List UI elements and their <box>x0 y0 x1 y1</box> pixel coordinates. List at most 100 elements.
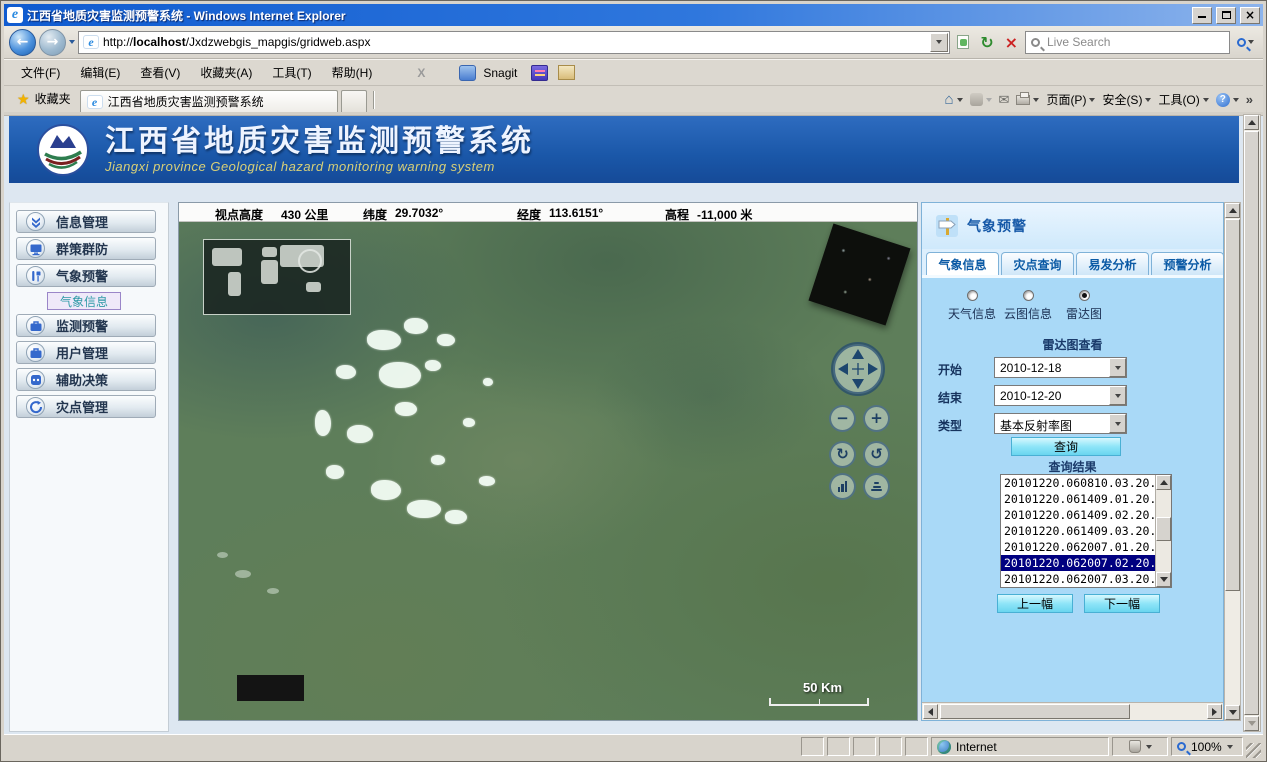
next-image-button[interactable]: 下一幅 <box>1084 594 1160 613</box>
satellite-map[interactable]: − + ↻ ↺ 50 Km <box>179 222 917 720</box>
list-item-selected[interactable]: 20101220.062007.02.20. <box>1001 555 1171 571</box>
search-options-icon[interactable] <box>1248 40 1254 44</box>
snagit-toolbar-close-button[interactable]: X <box>409 66 433 80</box>
snagit-open-icon[interactable] <box>558 65 575 80</box>
scroll-up-button[interactable] <box>1244 115 1259 130</box>
rotate-ccw-icon[interactable]: ↺ <box>863 441 890 468</box>
radio-cloud-image[interactable]: 云图信息 <box>1000 290 1056 322</box>
scroll-thumb[interactable] <box>940 704 1130 719</box>
start-date-select[interactable]: 2010-12-18 <box>994 357 1127 378</box>
previous-image-button[interactable]: 上一幅 <box>997 594 1073 613</box>
search-input[interactable] <box>1045 34 1224 50</box>
help-button[interactable]: ? <box>1216 93 1239 107</box>
search-go-button[interactable] <box>1233 30 1258 54</box>
read-mail-button[interactable]: ✉ <box>999 93 1010 106</box>
snagit-label[interactable]: Snagit <box>483 66 517 80</box>
list-scrollbar[interactable] <box>1155 475 1171 587</box>
menu-file[interactable]: 文件(F) <box>12 60 69 85</box>
tab-warning-analysis[interactable]: 预警分析 <box>1151 252 1223 275</box>
page-menu-button[interactable]: 页面(P) <box>1046 91 1095 108</box>
scroll-thumb[interactable] <box>1244 131 1259 715</box>
menu-edit[interactable]: 编辑(E) <box>71 60 129 85</box>
type-select[interactable]: 基本反射率图 <box>994 413 1127 434</box>
zoom-in-button[interactable]: + <box>863 405 890 432</box>
radio-icon[interactable] <box>967 290 978 301</box>
radio-radar-image[interactable]: 雷达图 <box>1056 290 1112 322</box>
panel-vertical-scrollbar[interactable] <box>1224 202 1241 721</box>
tilt-down-button[interactable] <box>863 473 890 500</box>
menu-tools[interactable]: 工具(T) <box>263 60 320 85</box>
radio-checked-icon[interactable] <box>1079 290 1090 301</box>
sidebar-item-info-management[interactable]: 信息管理 <box>16 210 156 233</box>
maximize-button[interactable] <box>1216 7 1236 24</box>
scroll-thumb[interactable] <box>1156 517 1171 541</box>
tab-susceptibility-analysis[interactable]: 易发分析 <box>1076 252 1149 275</box>
tab-weather-info[interactable]: 气象信息 <box>926 252 999 275</box>
print-button[interactable] <box>1016 95 1039 105</box>
snagit-capture-icon[interactable] <box>531 65 548 81</box>
forward-button[interactable]: → <box>39 29 66 56</box>
scroll-down-button[interactable] <box>1156 572 1171 587</box>
dropdown-button[interactable] <box>1109 414 1126 433</box>
stop-button[interactable]: × <box>1001 30 1022 54</box>
end-date-select[interactable]: 2010-12-20 <box>994 385 1127 406</box>
sidebar-item-group-prevention[interactable]: 群策群防 <box>16 237 156 260</box>
tab-disaster-query[interactable]: 灾点查询 <box>1001 252 1074 275</box>
sidebar-item-monitor-warning[interactable]: 监测预警 <box>16 314 156 337</box>
panel-horizontal-scrollbar[interactable] <box>922 702 1223 720</box>
scroll-up-button[interactable] <box>1156 475 1171 490</box>
compatibility-view-button[interactable] <box>953 30 973 54</box>
rotate-cw-icon[interactable]: ↻ <box>829 441 856 468</box>
radio-icon[interactable] <box>1023 290 1034 301</box>
query-button[interactable]: 查询 <box>1011 437 1121 456</box>
sidebar-item-user-management[interactable]: 用户管理 <box>16 341 156 364</box>
list-item[interactable]: 20101220.061409.02.20. <box>1001 507 1171 523</box>
list-item[interactable]: 20101220.061409.01.20. <box>1001 491 1171 507</box>
map-pan-control[interactable] <box>829 340 887 398</box>
list-item[interactable]: 20101220.061409.03.20. <box>1001 523 1171 539</box>
feeds-button[interactable] <box>970 93 992 106</box>
close-button[interactable]: × <box>1240 7 1260 24</box>
refresh-button[interactable]: ↻ <box>976 30 997 54</box>
favorites-button[interactable]: ★ 收藏夹 <box>8 86 80 112</box>
list-item[interactable]: 20101220.060810.03.20. <box>1001 475 1171 491</box>
arrow-down-icon <box>1160 577 1168 582</box>
minimize-button[interactable] <box>1192 7 1212 24</box>
history-dropdown-icon[interactable] <box>69 40 75 44</box>
snagit-icon[interactable] <box>459 65 476 81</box>
menu-favorites[interactable]: 收藏夹(A) <box>191 60 261 85</box>
tools-menu-button[interactable]: 工具(O) <box>1158 91 1208 108</box>
scroll-down-button[interactable] <box>1244 716 1259 731</box>
page-vertical-scrollbar[interactable] <box>1243 114 1261 732</box>
safety-menu-button[interactable]: 安全(S) <box>1102 91 1151 108</box>
page-tab[interactable]: e 江西省地质灾害监测预警系统 <box>80 90 338 112</box>
protected-mode-button[interactable] <box>1112 737 1168 756</box>
sidebar-subitem-weather-info[interactable]: 气象信息 <box>47 292 121 310</box>
results-listbox: 20101220.060810.03.20. 20101220.061409.0… <box>1000 474 1172 588</box>
address-input[interactable]: e http://localhost/Jxdzwebgis_mapgis/gri… <box>78 31 950 54</box>
address-dropdown-button[interactable] <box>930 33 948 52</box>
back-button[interactable]: ← <box>9 29 36 56</box>
tilt-up-button[interactable] <box>829 473 856 500</box>
scroll-left-button[interactable] <box>923 704 938 719</box>
dropdown-button[interactable] <box>1109 358 1126 377</box>
home-button[interactable]: ⌂ <box>944 93 962 107</box>
scroll-up-button[interactable] <box>1225 203 1240 218</box>
sidebar-item-disaster-management[interactable]: 灾点管理 <box>16 395 156 418</box>
sidebar-item-weather-warning[interactable]: 气象预警 <box>16 264 156 287</box>
list-item[interactable]: 20101220.062007.03.20. <box>1001 571 1171 587</box>
toolbar-overflow-button[interactable]: » <box>1246 92 1253 107</box>
scroll-thumb[interactable] <box>1225 219 1240 591</box>
radio-weather-info[interactable]: 天气信息 <box>944 290 1000 322</box>
chevron-down-icon <box>1227 745 1233 749</box>
zoom-level-button[interactable]: 100% <box>1171 737 1243 756</box>
new-tab-button[interactable] <box>341 90 367 112</box>
list-item[interactable]: 20101220.062007.01.20. <box>1001 539 1171 555</box>
menu-help[interactable]: 帮助(H) <box>323 60 382 85</box>
zoom-out-button[interactable]: − <box>829 405 856 432</box>
sidebar-item-decision-support[interactable]: 辅助决策 <box>16 368 156 391</box>
menu-view[interactable]: 查看(V) <box>131 60 189 85</box>
scroll-right-button[interactable] <box>1207 704 1222 719</box>
scroll-down-button[interactable] <box>1225 705 1240 720</box>
dropdown-button[interactable] <box>1109 386 1126 405</box>
